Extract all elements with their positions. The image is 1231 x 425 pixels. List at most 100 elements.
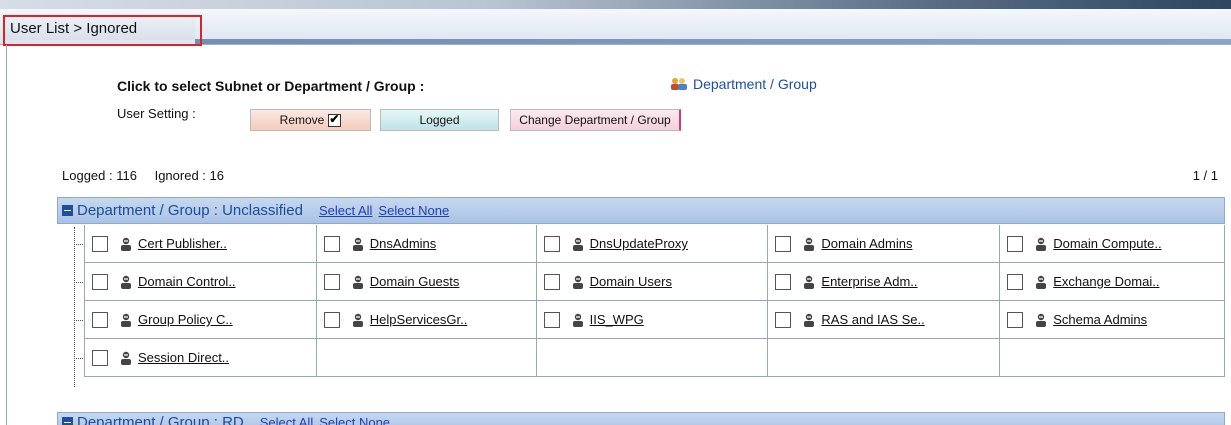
- user-checkbox[interactable]: [323, 235, 340, 252]
- user-cell: Session Direct..: [85, 339, 317, 376]
- user-name-link[interactable]: HelpServicesGr..: [370, 312, 468, 327]
- user-stats: Logged : 116 Ignored : 16: [62, 168, 238, 183]
- user-checkbox[interactable]: [323, 273, 340, 290]
- table-row: Cert Publisher.. DnsAdmins DnsUpdateProx…: [85, 225, 1225, 263]
- empty-cell: [537, 339, 769, 376]
- user-checkbox[interactable]: [775, 311, 792, 328]
- user-checkbox[interactable]: [1007, 235, 1024, 252]
- user-name-link[interactable]: Exchange Domai..: [1053, 274, 1159, 289]
- tree-lines: [71, 225, 84, 391]
- group-icon: [671, 78, 687, 90]
- user-checkbox[interactable]: [775, 235, 792, 252]
- select-subnet-label: Click to select Subnet or Department / G…: [117, 78, 425, 94]
- remove-checkbox[interactable]: [328, 112, 342, 127]
- user-icon: [352, 313, 363, 327]
- select-all-link[interactable]: Select All: [260, 415, 313, 425]
- window-top-bar: [0, 0, 1231, 9]
- tree-branch: [74, 320, 83, 321]
- user-checkbox[interactable]: [775, 273, 792, 290]
- ignored-count: Ignored : 16: [154, 168, 224, 183]
- user-name-link[interactable]: Enterprise Adm..: [821, 274, 917, 289]
- user-checkbox[interactable]: [1007, 311, 1024, 328]
- user-cell: DnsUpdateProxy: [537, 225, 769, 262]
- remove-button-label: Remove: [279, 113, 325, 127]
- tree-branch: [74, 282, 83, 283]
- user-icon: [1036, 275, 1047, 289]
- remove-button[interactable]: Remove: [250, 109, 371, 131]
- empty-cell: [317, 339, 537, 376]
- user-icon: [572, 313, 583, 327]
- logged-button[interactable]: Logged: [380, 109, 499, 131]
- user-checkbox[interactable]: [92, 311, 108, 328]
- select-none-link[interactable]: Select None: [319, 415, 390, 425]
- select-all-link[interactable]: Select All: [319, 203, 372, 218]
- user-setting-label: User Setting :: [117, 106, 196, 121]
- table-row: Session Direct..: [85, 339, 1225, 377]
- user-cell: Domain Users: [537, 263, 769, 300]
- user-cell: HelpServicesGr..: [317, 301, 537, 338]
- user-name-link[interactable]: Domain Control..: [138, 274, 236, 289]
- user-checkbox[interactable]: [543, 235, 560, 252]
- user-icon: [121, 237, 131, 251]
- user-icon: [1036, 237, 1047, 251]
- user-checkbox[interactable]: [92, 349, 108, 366]
- user-cell: Domain Admins: [768, 225, 1001, 262]
- user-checkbox[interactable]: [323, 311, 340, 328]
- user-cell: Group Policy C..: [85, 301, 317, 338]
- user-name-link[interactable]: Cert Publisher..: [138, 236, 227, 251]
- user-name-link[interactable]: DnsAdmins: [370, 236, 436, 251]
- user-checkbox[interactable]: [92, 235, 108, 252]
- user-icon: [804, 275, 815, 289]
- breadcrumb[interactable]: User List > Ignored: [10, 20, 137, 37]
- user-name-link[interactable]: IIS_WPG: [590, 312, 644, 327]
- user-name-link[interactable]: RAS and IAS Se..: [821, 312, 924, 327]
- user-name-link[interactable]: DnsUpdateProxy: [590, 236, 688, 251]
- user-icon: [572, 275, 583, 289]
- logged-count: Logged : 116: [62, 168, 137, 183]
- user-name-link[interactable]: Schema Admins: [1053, 312, 1147, 327]
- department-group-link-label: Department / Group: [693, 76, 817, 92]
- user-checkbox[interactable]: [543, 311, 560, 328]
- logged-button-label: Logged: [419, 113, 460, 127]
- group-header-unclassified: Department / Group : Unclassified Select…: [57, 197, 1225, 224]
- user-cell: Schema Admins: [1000, 301, 1225, 338]
- change-department-button[interactable]: Change Department / Group: [510, 109, 681, 131]
- user-cell: Domain Control..: [85, 263, 317, 300]
- page-indicator: 1 / 1: [1192, 168, 1218, 183]
- tree-branch: [74, 244, 83, 245]
- user-cell: RAS and IAS Se..: [768, 301, 1001, 338]
- user-icon: [121, 313, 131, 327]
- user-cell: Enterprise Adm..: [768, 263, 1001, 300]
- user-icon: [804, 313, 815, 327]
- table-row: Domain Control.. Domain Guests Domain Us…: [85, 263, 1225, 301]
- user-grid: Cert Publisher.. DnsAdmins DnsUpdateProx…: [84, 225, 1225, 377]
- minus-icon[interactable]: [62, 205, 73, 216]
- user-checkbox[interactable]: [92, 273, 108, 290]
- user-icon: [352, 275, 363, 289]
- user-icon: [804, 237, 815, 251]
- left-border: [6, 45, 7, 425]
- user-name-link[interactable]: Domain Users: [590, 274, 672, 289]
- minus-icon[interactable]: [62, 416, 73, 425]
- group-title: Department / Group : RD: [77, 413, 244, 425]
- user-name-link[interactable]: Domain Compute..: [1053, 236, 1161, 251]
- user-cell: Domain Guests: [317, 263, 537, 300]
- user-name-link[interactable]: Domain Guests: [370, 274, 460, 289]
- user-checkbox[interactable]: [543, 273, 560, 290]
- user-name-link[interactable]: Group Policy C..: [138, 312, 233, 327]
- user-icon: [352, 237, 363, 251]
- user-name-link[interactable]: Session Direct..: [138, 350, 229, 365]
- user-name-link[interactable]: Domain Admins: [821, 236, 912, 251]
- user-cell: Cert Publisher..: [85, 225, 317, 262]
- user-icon: [1036, 313, 1047, 327]
- empty-cell: [768, 339, 1001, 376]
- table-row: Group Policy C.. HelpServicesGr.. IIS_WP…: [85, 301, 1225, 339]
- user-icon: [572, 237, 583, 251]
- user-checkbox[interactable]: [1007, 273, 1024, 290]
- user-cell: IIS_WPG: [537, 301, 769, 338]
- department-group-link[interactable]: Department / Group: [669, 76, 817, 92]
- title-stripe: [195, 39, 1231, 44]
- select-none-link[interactable]: Select None: [378, 203, 449, 218]
- tree-vertical-line: [74, 227, 75, 387]
- tree-branch: [74, 358, 83, 359]
